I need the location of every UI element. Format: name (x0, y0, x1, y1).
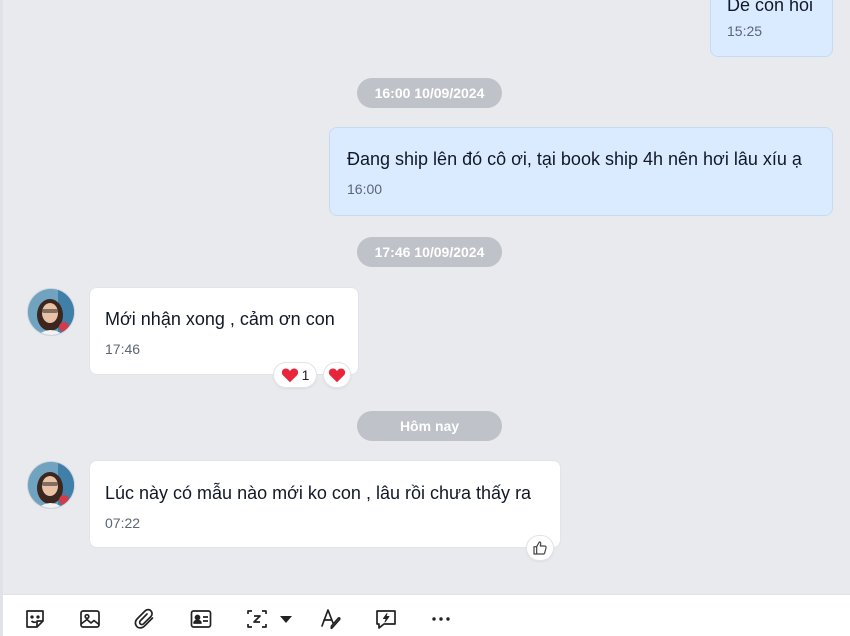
composer-toolbar (0, 594, 850, 636)
thumbs-up-icon (533, 541, 547, 555)
sticker-button[interactable] (21, 605, 49, 633)
more-options-button[interactable] (427, 605, 455, 633)
chat-message-area[interactable]: Dễ con hỏi 15:25 16:00 10/09/2024 Đang s… (0, 0, 850, 594)
text-format-icon (321, 609, 341, 630)
heart-icon (328, 368, 346, 383)
message-text: Mới nhận xong , cảm ơn con (105, 309, 335, 329)
quick-message-icon (376, 610, 396, 629)
date-separator: 16:00 10/09/2024 (357, 78, 502, 108)
image-button[interactable] (76, 605, 104, 633)
contact-card-button[interactable] (187, 605, 215, 633)
date-separator: Hôm nay (357, 411, 502, 441)
contact-card-icon (190, 610, 212, 628)
sticker-icon (26, 610, 44, 628)
message-text: Đang ship lên đó cô ơi, tại book ship 4h… (347, 149, 802, 169)
contact-avatar[interactable] (27, 461, 75, 509)
image-icon (80, 610, 100, 628)
add-reaction-button[interactable] (323, 362, 351, 388)
message-bubble-incoming[interactable]: Lúc này có mẫu nào mới ko con , lâu rồi … (89, 460, 561, 548)
message-bubble-outgoing[interactable]: Đang ship lên đó cô ơi, tại book ship 4h… (329, 127, 833, 216)
message-time: 16:00 (347, 181, 383, 197)
screenshot-options-dropdown[interactable] (273, 605, 299, 633)
message-time: 17:46 (105, 341, 141, 357)
message-text: Lúc này có mẫu nào mới ko con , lâu rồi … (105, 483, 532, 503)
attach-file-button[interactable] (131, 605, 159, 633)
reaction-summary[interactable]: 1 (273, 362, 317, 388)
attachment-icon (134, 608, 154, 629)
message-text: Dễ con hỏi (727, 0, 814, 15)
reaction-count: 1 (301, 367, 310, 383)
screenshot-icon (247, 610, 267, 628)
screenshot-button[interactable] (243, 605, 271, 633)
message-bubble-outgoing[interactable]: Dễ con hỏi 15:25 (710, 0, 833, 57)
like-reaction-button[interactable] (526, 535, 554, 561)
message-time: 15:25 (727, 23, 763, 39)
contact-avatar[interactable] (27, 288, 75, 336)
heart-icon (281, 368, 298, 383)
avatar-image (28, 289, 74, 335)
quick-message-button[interactable] (372, 605, 400, 633)
message-bubble-incoming[interactable]: Mới nhận xong , cảm ơn con 17:46 (89, 287, 359, 375)
date-separator: 17:46 10/09/2024 (357, 237, 502, 267)
text-format-button[interactable] (317, 605, 345, 633)
avatar-image (28, 462, 74, 508)
dropdown-arrow-icon (280, 616, 292, 623)
message-time: 07:22 (105, 515, 141, 531)
more-icon (432, 617, 450, 621)
